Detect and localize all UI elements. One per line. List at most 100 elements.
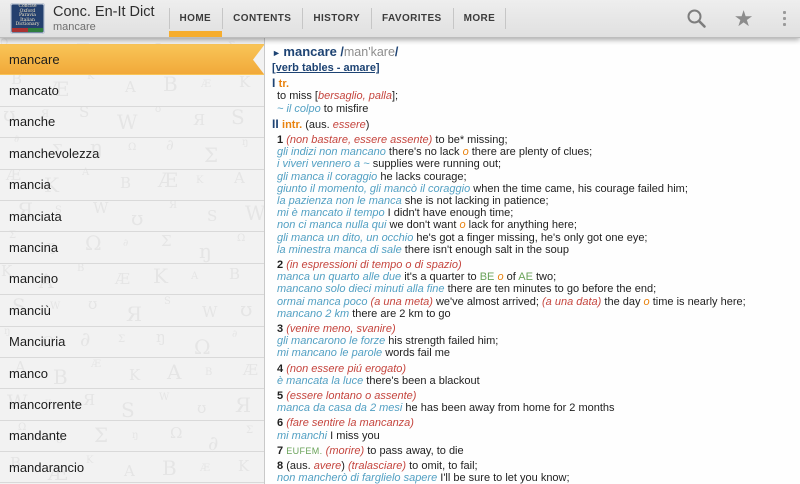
text-segment: to be* missing; bbox=[432, 134, 507, 146]
text-segment: (aus. bbox=[302, 119, 333, 131]
sidebar-item-mancino[interactable]: mancino bbox=[0, 264, 264, 295]
text-segment: the day bbox=[601, 296, 643, 308]
entry-line: 2 (in espressioni di tempo o di spazio) bbox=[277, 259, 800, 271]
text-segment: I didn't have enough time; bbox=[385, 207, 514, 219]
sidebar-item-manciù[interactable]: manciù bbox=[0, 295, 264, 326]
sidebar-item-mancina[interactable]: mancina bbox=[0, 232, 264, 263]
sidebar-item-mandarancio[interactable]: mandarancio bbox=[0, 452, 264, 483]
text-segment: ) bbox=[341, 460, 348, 472]
favorites-star-icon[interactable]: ★ bbox=[734, 8, 754, 30]
text-segment: when the time came, his courage failed h… bbox=[470, 183, 688, 195]
text-segment: supplies were running out; bbox=[370, 158, 501, 170]
text-segment: gli indizi non mancano bbox=[277, 146, 386, 158]
tab-more[interactable]: MORE bbox=[453, 0, 507, 37]
text-segment: there are ten minutes to go before the e… bbox=[445, 283, 657, 295]
sidebar-item-mancato[interactable]: mancato bbox=[0, 75, 264, 106]
text-segment: (venire meno, svanire) bbox=[286, 323, 395, 335]
text-segment: 4 bbox=[277, 363, 286, 375]
text-segment: EUFEM. bbox=[286, 446, 322, 456]
text-segment: she is not lacking in patience; bbox=[402, 195, 549, 207]
text-segment: tr. bbox=[279, 78, 289, 90]
text-segment: essere bbox=[333, 119, 366, 131]
text-segment: (tralasciare) bbox=[348, 460, 406, 472]
text-segment: avere bbox=[314, 460, 342, 472]
text-segment: (non bastare, essere assente) bbox=[286, 134, 432, 146]
text-segment: 6 bbox=[277, 417, 286, 429]
main-area: Ω∂ΣŋΩ∂ΣBÆKABÆKʊЯSWʊЯS∂ΣŋΩ∂ΣŋÆKABÆKAЯSWʊЯ… bbox=[0, 38, 800, 484]
text-segment: la pazienza non le manca bbox=[277, 195, 402, 207]
sidebar-item-manche[interactable]: manche bbox=[0, 107, 264, 138]
entry-line: giunto il momento, gli mancò il coraggio… bbox=[277, 183, 800, 195]
text-segment: I bbox=[272, 76, 279, 90]
entry-line: gli indizi non mancano there's no lack o… bbox=[277, 146, 800, 158]
text-segment: manca da casa da 2 mesi bbox=[277, 402, 402, 414]
text-segment: I miss you bbox=[327, 430, 380, 442]
sidebar-item-mancorrente[interactable]: mancorrente bbox=[0, 389, 264, 420]
text-segment: to omit, to fail; bbox=[406, 460, 478, 472]
text-segment: he lacks courage; bbox=[377, 171, 466, 183]
action-icons: ★ bbox=[686, 8, 800, 30]
tab-home[interactable]: HOME bbox=[169, 0, 223, 37]
text-segment: man'kare bbox=[344, 45, 395, 59]
sidebar-item-manco[interactable]: manco bbox=[0, 358, 264, 389]
text-segment: giunto il momento, gli mancò il coraggio bbox=[277, 183, 470, 195]
sidebar-item-manciuria[interactable]: Manciuria bbox=[0, 327, 264, 358]
verb-tables-link[interactable]: [verb tables - amare] bbox=[272, 62, 380, 74]
text-segment: II bbox=[272, 117, 282, 131]
text-segment: ormai manca poco bbox=[277, 296, 371, 308]
search-icon[interactable] bbox=[686, 8, 707, 29]
text-segment: of bbox=[504, 271, 519, 283]
sidebar-item-mancia[interactable]: mancia bbox=[0, 170, 264, 201]
entry-line: manca da casa da 2 mesi he has been away… bbox=[277, 402, 800, 414]
text-segment: (non essere piú erogato) bbox=[286, 363, 406, 375]
entry-line: I tr. bbox=[272, 77, 800, 90]
entry-line: mancano 2 km there are 2 km to go bbox=[277, 308, 800, 320]
text-segment: mancano solo dieci minuti alla fine bbox=[277, 283, 445, 295]
entry-line: mi mancano le parole words fail me bbox=[277, 347, 800, 359]
text-segment: to miss [ bbox=[277, 90, 318, 102]
text-segment: to misfire bbox=[321, 103, 369, 115]
tab-contents[interactable]: CONTENTS bbox=[222, 0, 302, 37]
entry-line: ~ il colpo to misfire bbox=[277, 103, 800, 115]
word-list: Ω∂ΣŋΩ∂ΣBÆKABÆKʊЯSWʊЯS∂ΣŋΩ∂ΣŋÆKABÆKAЯSWʊЯ… bbox=[0, 38, 265, 484]
text-segment: mancare bbox=[283, 44, 336, 59]
text-segment: 2 bbox=[277, 259, 286, 271]
title-block: Conc. En-It Dict mancare bbox=[53, 4, 155, 33]
entry-line: mi manchi I miss you bbox=[277, 430, 800, 442]
text-segment: words fail me bbox=[382, 347, 450, 359]
sidebar-item-mancare[interactable]: mancare bbox=[0, 44, 265, 75]
text-segment: we've almost arrived; bbox=[433, 296, 542, 308]
app-subtitle: mancare bbox=[53, 21, 155, 33]
entry-line: gli mancarono le forze his strength fail… bbox=[277, 335, 800, 347]
overflow-menu-icon[interactable] bbox=[781, 9, 789, 29]
text-segment: to pass away, to die bbox=[364, 445, 463, 457]
text-segment: we don't want bbox=[386, 219, 459, 231]
sidebar-item-mandante[interactable]: mandante bbox=[0, 421, 264, 452]
entry-line: è mancata la luce there's been a blackou… bbox=[277, 375, 800, 387]
entry-line: 8 (aus. avere) (tralasciare) to omit, to… bbox=[277, 460, 800, 472]
entry-line: 4 (non essere piú erogato) bbox=[277, 363, 800, 375]
text-segment: two; bbox=[533, 271, 556, 283]
text-segment: lack for anything here; bbox=[466, 219, 577, 231]
entry-line: i viveri vennero a ~ supplies were runni… bbox=[277, 158, 800, 170]
text-segment: ) bbox=[366, 119, 370, 131]
sidebar-item-manchevolezza[interactable]: manchevolezza bbox=[0, 138, 264, 169]
text-segment: / bbox=[395, 45, 398, 59]
app-screen: ConciseOxfordParaviaItalianDictionary Co… bbox=[0, 0, 800, 484]
sidebar-item-manciata[interactable]: manciata bbox=[0, 201, 264, 232]
entry-line: II intr. (aus. essere) bbox=[272, 118, 800, 131]
logo-text: ConciseOxfordParaviaItalianDictionary bbox=[10, 3, 45, 28]
tab-favorites[interactable]: FAVORITES bbox=[371, 0, 453, 37]
text-segment: (in espressioni di tempo o di spazio) bbox=[286, 259, 461, 271]
tab-history[interactable]: HISTORY bbox=[302, 0, 371, 37]
text-segment: è mancata la luce bbox=[277, 375, 363, 387]
app-logo-icon[interactable]: ConciseOxfordParaviaItalianDictionary bbox=[10, 3, 45, 34]
entry-line: non mancherò di farglielo sapere I'll be… bbox=[277, 472, 800, 484]
entry-line: ormai manca poco (a una meta) we've almo… bbox=[277, 296, 800, 308]
dictionary-entry: ► mancare /man'kare/[verb tables - amare… bbox=[265, 38, 800, 484]
text-segment: 5 bbox=[277, 390, 286, 402]
text-segment: (morire) bbox=[326, 445, 365, 457]
text-segment: I'll be sure to let you know; bbox=[437, 472, 569, 484]
entry-line: gli manca un dito, un occhio he's got a … bbox=[277, 232, 800, 244]
text-segment: mi è mancato il tempo bbox=[277, 207, 385, 219]
